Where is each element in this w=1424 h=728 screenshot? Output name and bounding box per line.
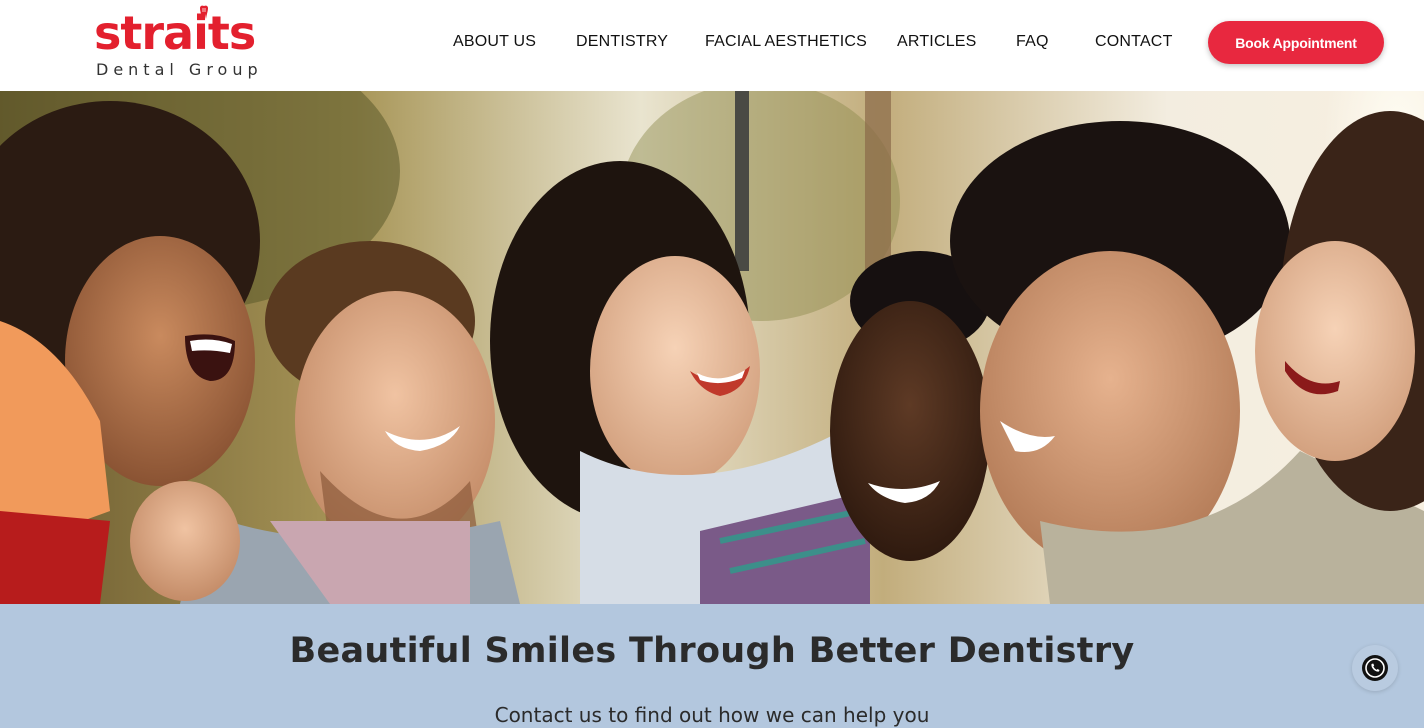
brand-subtitle: Dental Group: [96, 60, 263, 79]
nav-articles[interactable]: ARTICLES: [897, 31, 977, 53]
brand-wordmark: straits: [94, 6, 256, 60]
banner-title: Beautiful Smiles Through Better Dentistr…: [289, 631, 1135, 671]
whatsapp-icon: [1362, 655, 1388, 681]
smiling-friends-photo: [0, 91, 1424, 604]
whatsapp-button[interactable]: [1352, 645, 1398, 691]
brand-logo[interactable]: straits Dental Group: [94, 4, 274, 84]
tagline-banner: Beautiful Smiles Through Better Dentistr…: [0, 604, 1424, 728]
nav-faq[interactable]: FAQ: [1016, 31, 1049, 53]
nav-dentistry[interactable]: DENTISTRY: [576, 31, 668, 53]
book-appointment-button[interactable]: Book Appointment: [1208, 21, 1384, 64]
nav-facial-aesthetics[interactable]: FACIAL AESTHETICS: [705, 31, 867, 53]
hero-image: [0, 91, 1424, 604]
tooth-icon: [200, 5, 208, 20]
nav-about-us[interactable]: ABOUT US: [453, 31, 536, 53]
site-header: straits Dental Group ABOUT US DENTISTRY …: [0, 0, 1424, 91]
nav-contact[interactable]: CONTACT: [1095, 31, 1173, 53]
banner-subtitle: Contact us to find out how we can help y…: [494, 703, 930, 727]
